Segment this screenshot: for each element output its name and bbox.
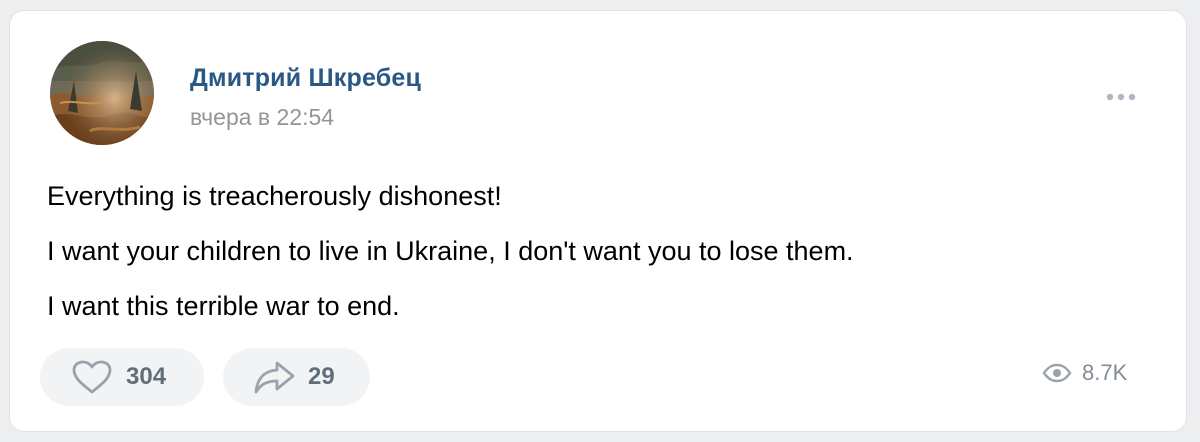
like-button[interactable]: 304 [40, 348, 204, 406]
views-count: 8.7K [1082, 360, 1128, 385]
post-text: Everything is treacherously dishonest! I… [47, 169, 1147, 334]
post-timestamp[interactable]: вчера в 22:54 [190, 104, 334, 131]
more-horizontal-icon [1106, 93, 1136, 101]
views-counter: 8.7K [1042, 360, 1127, 386]
share-count: 29 [308, 363, 335, 390]
post-text-line: Everything is treacherously dishonest! [47, 181, 502, 211]
post-text-line: I want this terrible war to end. [47, 291, 400, 321]
share-button[interactable]: 29 [223, 348, 370, 406]
more-options-button[interactable] [1099, 87, 1143, 107]
author-avatar[interactable] [50, 41, 154, 145]
post-card: Дмитрий Шкребец вчера в 22:54 Everything… [10, 11, 1186, 431]
like-count: 304 [126, 363, 167, 390]
avatar-image [50, 41, 154, 145]
share-arrow-icon [253, 359, 297, 395]
post-text-line: I want your children to live in Ukraine,… [47, 236, 854, 266]
eye-icon [1042, 363, 1072, 383]
heart-outline-icon [70, 359, 114, 395]
author-name-link[interactable]: Дмитрий Шкребец [190, 64, 421, 93]
